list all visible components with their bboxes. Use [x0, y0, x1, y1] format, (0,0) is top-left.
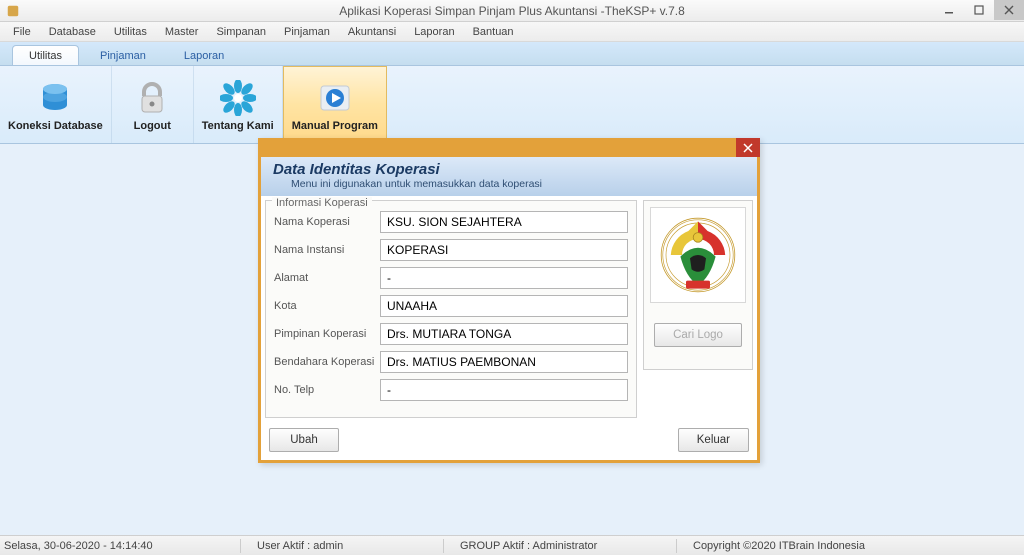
menu-database[interactable]: Database [40, 24, 105, 40]
app-title: Aplikasi Koperasi Simpan Pinjam Plus Aku… [0, 4, 1024, 18]
minimize-button[interactable] [934, 0, 964, 20]
input-alamat[interactable] [380, 267, 628, 289]
form-panel: Informasi Koperasi Nama Koperasi Nama In… [265, 200, 637, 418]
titlebar: Aplikasi Koperasi Simpan Pinjam Plus Aku… [0, 0, 1024, 22]
close-button[interactable] [994, 0, 1024, 20]
row-bendahara: Bendahara Koperasi [274, 351, 628, 373]
row-no-telp: No. Telp [274, 379, 628, 401]
status-separator [443, 539, 444, 553]
cari-logo-button[interactable]: Cari Logo [654, 323, 742, 347]
label-pimpinan: Pimpinan Koperasi [274, 328, 380, 340]
dialog-title: Data Identitas Koperasi [273, 161, 745, 178]
status-separator [240, 539, 241, 553]
menubar: File Database Utilitas Master Simpanan P… [0, 22, 1024, 42]
dialog-footer: Ubah Keluar [261, 422, 757, 460]
dialog-identitas-koperasi: Data Identitas Koperasi Menu ini digunak… [258, 138, 760, 463]
label-kota: Kota [274, 300, 380, 312]
label-alamat: Alamat [274, 272, 380, 284]
label-nama-instansi: Nama Instansi [274, 244, 380, 256]
status-separator [676, 539, 677, 553]
ribbon-label: Koneksi Database [8, 120, 103, 132]
status-datetime: Selasa, 30-06-2020 - 14:14:40 [4, 540, 224, 552]
menu-akuntansi[interactable]: Akuntansi [339, 24, 405, 40]
window-buttons [934, 0, 1024, 20]
logo-preview [650, 207, 746, 303]
menu-bantuan[interactable]: Bantuan [464, 24, 523, 40]
ribbon-manual-program[interactable]: Manual Program [283, 66, 387, 143]
menu-pinjaman[interactable]: Pinjaman [275, 24, 339, 40]
keluar-button[interactable]: Keluar [678, 428, 749, 452]
menu-master[interactable]: Master [156, 24, 208, 40]
group-label: Informasi Koperasi [272, 197, 372, 209]
input-pimpinan[interactable] [380, 323, 628, 345]
input-nama-koperasi[interactable] [380, 211, 628, 233]
input-nama-instansi[interactable] [380, 239, 628, 261]
statusbar: Selasa, 30-06-2020 - 14:14:40 User Aktif… [0, 535, 1024, 555]
dialog-close-button[interactable] [736, 138, 760, 157]
label-bendahara: Bendahara Koperasi [274, 356, 380, 368]
menu-utilitas[interactable]: Utilitas [105, 24, 156, 40]
client-area: Data Identitas Koperasi Menu ini digunak… [0, 144, 1024, 535]
tab-utilitas[interactable]: Utilitas [12, 45, 79, 65]
play-icon [317, 80, 353, 116]
restore-button[interactable] [964, 0, 994, 20]
database-icon [37, 80, 73, 116]
ribbon-label: Manual Program [292, 120, 378, 132]
tab-pinjaman[interactable]: Pinjaman [83, 45, 163, 65]
input-bendahara[interactable] [380, 351, 628, 373]
app-icon [6, 4, 20, 18]
dialog-titlebar[interactable] [261, 141, 757, 157]
ribbon-body: Koneksi Database Logout [0, 66, 1024, 144]
input-no-telp[interactable] [380, 379, 628, 401]
dialog-subtitle: Menu ini digunakan untuk memasukkan data… [273, 178, 745, 190]
row-pimpinan: Pimpinan Koperasi [274, 323, 628, 345]
koperasi-logo-icon [658, 215, 738, 295]
label-nama-koperasi: Nama Koperasi [274, 216, 380, 228]
ribbon-logout[interactable]: Logout [112, 66, 194, 143]
lock-icon [134, 80, 170, 116]
label-no-telp: No. Telp [274, 384, 380, 396]
ribbon-label: Tentang Kami [202, 120, 274, 132]
ubah-button[interactable]: Ubah [269, 428, 339, 452]
row-nama-koperasi: Nama Koperasi [274, 211, 628, 233]
logo-panel: Cari Logo [643, 200, 753, 370]
row-alamat: Alamat [274, 267, 628, 289]
ribbon-koneksi-database[interactable]: Koneksi Database [0, 66, 112, 143]
ribbon-label: Logout [134, 120, 171, 132]
status-user: User Aktif : admin [257, 540, 427, 552]
menu-file[interactable]: File [4, 24, 40, 40]
row-kota: Kota [274, 295, 628, 317]
input-kota[interactable] [380, 295, 628, 317]
dialog-body: Informasi Koperasi Nama Koperasi Nama In… [261, 196, 757, 422]
dialog-header: Data Identitas Koperasi Menu ini digunak… [261, 157, 757, 196]
status-copyright: Copyright ©2020 ITBrain Indonesia [693, 540, 865, 552]
ribbon-tentang-kami[interactable]: Tentang Kami [194, 66, 283, 143]
status-group: GROUP Aktif : Administrator [460, 540, 660, 552]
row-nama-instansi: Nama Instansi [274, 239, 628, 261]
menu-simpanan[interactable]: Simpanan [207, 24, 275, 40]
flower-icon [220, 80, 256, 116]
tab-laporan[interactable]: Laporan [167, 45, 241, 65]
menu-laporan[interactable]: Laporan [405, 24, 463, 40]
ribbon-tabs: Utilitas Pinjaman Laporan [0, 42, 1024, 66]
